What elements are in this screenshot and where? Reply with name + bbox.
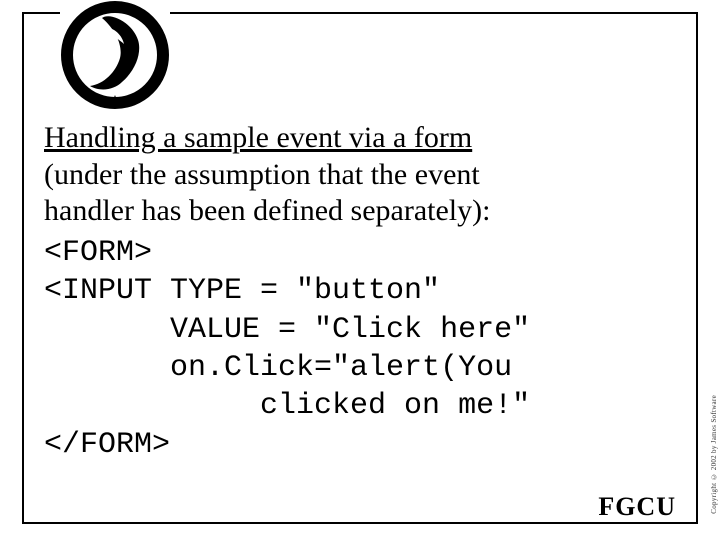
code-line: on.Click="alert(You: [44, 351, 512, 385]
heading-title: Handling a sample event via a form: [44, 121, 472, 154]
code-line: <INPUT TYPE = "button": [44, 274, 440, 308]
code-line: <FORM>: [44, 236, 152, 270]
slide-content: Handling a sample event via a form (unde…: [44, 120, 676, 464]
code-line: VALUE = "Click here": [44, 313, 530, 347]
code-line: </FORM>: [44, 428, 170, 462]
code-line: clicked on me!": [44, 389, 530, 423]
footer-brand: FGCU: [594, 492, 680, 522]
eagle-logo: [60, 0, 170, 110]
heading-sub-line2: handler has been defined separately):: [44, 194, 490, 227]
code-block: <FORM> <INPUT TYPE = "button" VALUE = "C…: [44, 234, 676, 464]
heading-sub-line1: (under the assumption that the event: [44, 158, 480, 191]
copyright-text: Copyright © 2002 by James Software: [710, 395, 718, 514]
slide-heading: Handling a sample event via a form (unde…: [44, 120, 676, 230]
